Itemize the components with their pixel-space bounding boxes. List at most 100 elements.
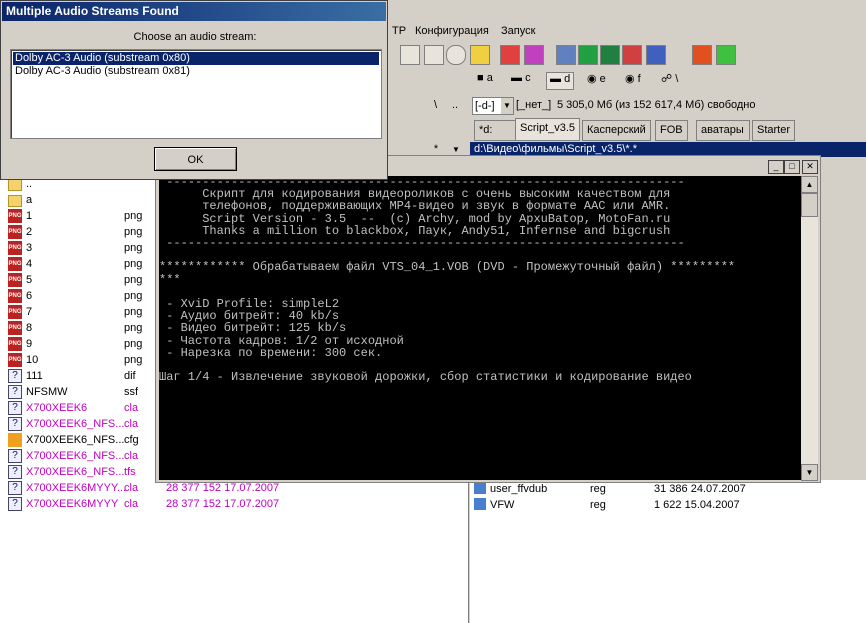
scroll-thumb[interactable]: [801, 193, 818, 217]
file-name: 6: [26, 290, 33, 302]
file-ext: tfs: [124, 466, 136, 478]
file-ext: ssf: [124, 386, 139, 398]
file-ext: cla: [124, 450, 139, 462]
tab-starter[interactable]: Starter: [752, 120, 796, 141]
drive-f-button[interactable]: ◉ f: [622, 72, 644, 88]
png-file-icon: PNG: [8, 353, 22, 367]
pack-files-icon[interactable]: [400, 45, 420, 65]
config-file-icon: [8, 433, 22, 447]
file-ext: png: [124, 210, 143, 222]
file-size-date: 28 377 152 17.07.2007: [166, 498, 280, 510]
table-row[interactable]: user_ffvdub reg 31 386 24.07.2007: [470, 481, 860, 497]
drive-f-label: f: [637, 73, 641, 85]
maximize-icon[interactable]: □: [784, 160, 800, 174]
table-row[interactable]: ? X700XEEK6MYYY cla 28 377 152 17.07.2007: [0, 496, 460, 512]
menu-bar: TP Конфигурация Запуск: [388, 22, 866, 42]
tab-fob[interactable]: FOB: [655, 120, 688, 141]
root-button[interactable]: \: [434, 99, 437, 111]
unknown-file-icon: ?: [8, 465, 22, 479]
network-drive-button[interactable]: ☍ \: [658, 72, 681, 88]
list-item[interactable]: Dolby AC-3 Audio (substream 0x81): [13, 65, 379, 78]
stop-icon[interactable]: [692, 45, 712, 65]
book-icon[interactable]: [578, 45, 598, 65]
chevron-down-icon: ▼: [501, 98, 513, 114]
file-name: 7: [26, 306, 33, 318]
drive-a-label: a: [486, 72, 493, 84]
path-info-bar: \ .. [-d-] ▼ [_нет_] 5 305,0 Мб (из 152 …: [388, 96, 866, 116]
menu-item-configuration[interactable]: Конфигурация: [415, 25, 489, 37]
audio-stream-list[interactable]: Dolby AC-3 Audio (substream 0x80) Dolby …: [10, 49, 382, 139]
volume-label: [_нет_]: [516, 99, 552, 111]
file-ext: png: [124, 338, 143, 350]
drive-d-label: d: [564, 73, 571, 85]
ok-button[interactable]: OK: [154, 147, 237, 171]
file-ext: cfg: [124, 434, 139, 446]
drive-c-button[interactable]: ▬ c: [508, 72, 534, 88]
unpack-files-icon[interactable]: [424, 45, 444, 65]
tab-script[interactable]: Script_v3.5: [515, 118, 581, 141]
file-ext: png: [124, 258, 143, 270]
console-output: ----------------------------------------…: [159, 176, 801, 480]
drive-c-label: c: [525, 72, 531, 84]
file-ext: png: [124, 306, 143, 318]
console-scrollbar[interactable]: ▲ ▼: [801, 176, 818, 481]
file-name: X700XEEK6_NFS...: [26, 434, 125, 446]
updir-button[interactable]: ..: [452, 99, 458, 111]
close-icon[interactable]: ✕: [802, 160, 818, 174]
file-ext: cla: [124, 418, 139, 430]
file-name: X700XEEK6_NFS...: [26, 418, 125, 430]
unknown-file-icon: ?: [8, 497, 22, 511]
file-ext: png: [124, 290, 143, 302]
ftp-connect-icon[interactable]: [500, 45, 520, 65]
file-ext: reg: [590, 483, 606, 495]
drive-select-value: [-d-]: [475, 100, 495, 112]
document-icon: ?: [8, 369, 22, 383]
file-name: VFW: [490, 499, 515, 511]
drive-a-button[interactable]: ■ a: [474, 72, 496, 88]
right-file-panel[interactable]: user_ffvdub reg 31 386 24.07.2007 VFW reg 1 6…: [470, 480, 866, 623]
multi-rename-icon[interactable]: [470, 45, 490, 65]
search-icon[interactable]: [446, 45, 466, 65]
menu-item-tp[interactable]: TP: [392, 25, 406, 37]
png-file-icon: PNG: [8, 225, 22, 239]
file-name: X700XEEK6: [26, 402, 88, 414]
minimize-icon[interactable]: _: [768, 160, 784, 174]
notepad-icon[interactable]: [556, 45, 576, 65]
drive-bar: ■ a ▬ c ▬ d ◉ e ◉ f ☍ \: [470, 70, 866, 90]
file-size-date: 1 622 15.04.2007: [654, 499, 740, 511]
dialog-title[interactable]: Multiple Audio Streams Found: [2, 2, 386, 21]
file-ext: png: [124, 242, 143, 254]
registry-file-icon: [474, 482, 486, 494]
spreadsheet-icon[interactable]: [600, 45, 620, 65]
file-name: user_ffvdub: [490, 483, 548, 495]
file-name: NFSMW: [26, 386, 68, 398]
filter-icon[interactable]: [622, 45, 642, 65]
list-item[interactable]: Dolby AC-3 Audio (substream 0x80): [12, 51, 380, 66]
scroll-up-icon[interactable]: ▲: [801, 176, 818, 193]
toolbar: [388, 42, 866, 68]
drive-d-button[interactable]: ▬ d: [546, 72, 575, 90]
tab-d-drive[interactable]: *d:: [474, 120, 516, 141]
file-name: X700XEEK6_NFS...: [26, 450, 125, 462]
ftp-new-connect-icon[interactable]: [524, 45, 544, 65]
file-ext: png: [124, 354, 143, 366]
console-window[interactable]: _ □ ✕ ----------------------------------…: [155, 155, 821, 483]
file-ext: png: [124, 274, 143, 286]
tab-avatars[interactable]: аватары: [696, 120, 750, 141]
file-size-date: 31 386 24.07.2007: [654, 483, 746, 495]
drive-e-button[interactable]: ◉ e: [584, 72, 609, 88]
tab-kaspersky[interactable]: Касперский: [582, 120, 651, 141]
menu-item-launch[interactable]: Запуск: [501, 25, 535, 37]
file-name: 4: [26, 258, 33, 270]
network-drive-label: \: [675, 73, 679, 85]
png-file-icon: PNG: [8, 289, 22, 303]
table-row[interactable]: VFW reg 1 622 15.04.2007: [470, 497, 860, 513]
unknown-file-icon: ?: [8, 481, 22, 495]
folder-up-icon: [8, 179, 22, 191]
file-name: 10: [26, 354, 39, 366]
refresh-icon[interactable]: [716, 45, 736, 65]
save-icon[interactable]: [646, 45, 666, 65]
drive-select[interactable]: [-d-] ▼: [472, 97, 514, 115]
scroll-down-icon[interactable]: ▼: [801, 464, 818, 481]
file-ext: png: [124, 226, 143, 238]
